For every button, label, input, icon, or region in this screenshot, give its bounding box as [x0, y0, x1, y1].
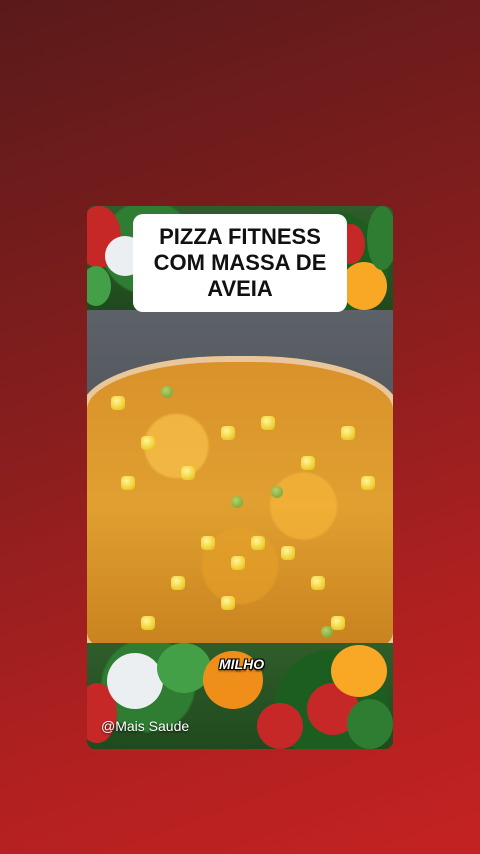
video-title: PIZZA FITNESS COM MASSA DE AVEIA: [153, 224, 327, 301]
video-frame[interactable]: PIZZA FITNESS COM MASSA DE AVEIA MILHO @…: [87, 206, 393, 749]
ingredient-caption: MILHO: [219, 656, 265, 672]
account-handle: @Mais Saude: [101, 718, 190, 734]
title-card: PIZZA FITNESS COM MASSA DE AVEIA: [133, 214, 347, 312]
pizza-image: [87, 356, 393, 656]
